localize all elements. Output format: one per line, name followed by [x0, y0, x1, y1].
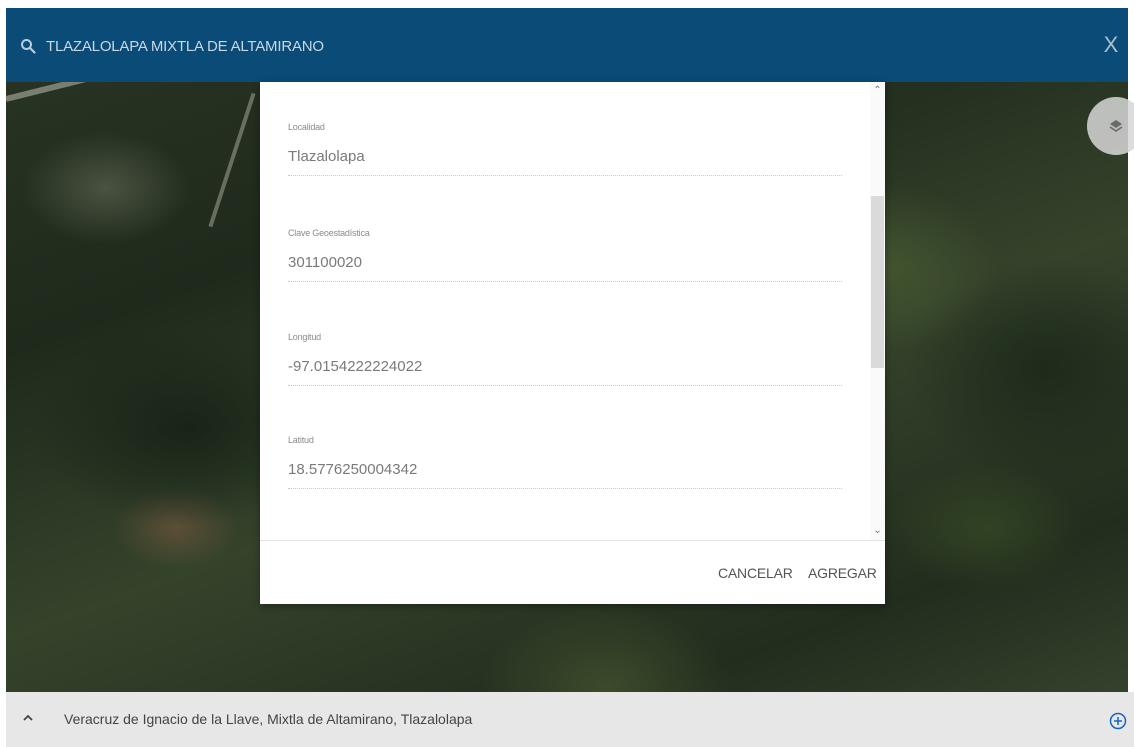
scroll-up-icon[interactable]: ⌃ — [870, 84, 885, 98]
dialog-scrollbar[interactable]: ⌃ ⌄ — [870, 82, 885, 540]
add-location-dialog: Localidad Tlazalolapa Clave Geoestadísti… — [260, 82, 885, 604]
field-localidad: Localidad Tlazalolapa — [288, 122, 842, 176]
field-label: Localidad — [288, 122, 325, 132]
scrollbar-thumb[interactable] — [871, 196, 884, 368]
field-latitud: Latitud 18.5776250004342 — [288, 435, 842, 489]
close-icon[interactable]: X — [1100, 34, 1122, 56]
add-button[interactable]: AGREGAR — [808, 565, 877, 581]
scroll-down-icon[interactable]: ⌄ — [870, 524, 885, 538]
location-path: Veracruz de Ignacio de la Llave, Mixtla … — [64, 711, 473, 727]
field-label: Clave Geoestadística — [288, 228, 370, 238]
clave-geoestadistica-field[interactable]: 301100020 — [288, 254, 842, 282]
field-label: Latitud — [288, 435, 314, 445]
layers-icon — [1109, 120, 1123, 132]
field-clave: Clave Geoestadística 301100020 — [288, 228, 842, 282]
map-app: TLAZALOLAPA MIXTLA DE ALTAMIRANO X Local… — [0, 0, 1134, 747]
localidad-field[interactable]: Tlazalolapa — [288, 148, 842, 176]
add-circle-icon[interactable] — [1109, 712, 1127, 730]
cancel-button[interactable]: CANCELAR — [718, 565, 793, 581]
chevron-up-icon[interactable] — [21, 711, 35, 725]
search-icon[interactable] — [20, 38, 36, 54]
latitud-field[interactable]: 18.5776250004342 — [288, 461, 842, 489]
search-bar: TLAZALOLAPA MIXTLA DE ALTAMIRANO X — [6, 8, 1128, 82]
field-label: Longitud — [288, 332, 321, 342]
dialog-body: Localidad Tlazalolapa Clave Geoestadísti… — [260, 82, 870, 540]
search-query[interactable]: TLAZALOLAPA MIXTLA DE ALTAMIRANO — [46, 38, 324, 55]
dialog-footer: CANCELAR AGREGAR — [260, 540, 885, 605]
location-bar: Veracruz de Ignacio de la Llave, Mixtla … — [6, 692, 1134, 747]
field-longitud: Longitud -97.0154222224022 — [288, 332, 842, 386]
longitud-field[interactable]: -97.0154222224022 — [288, 358, 842, 386]
